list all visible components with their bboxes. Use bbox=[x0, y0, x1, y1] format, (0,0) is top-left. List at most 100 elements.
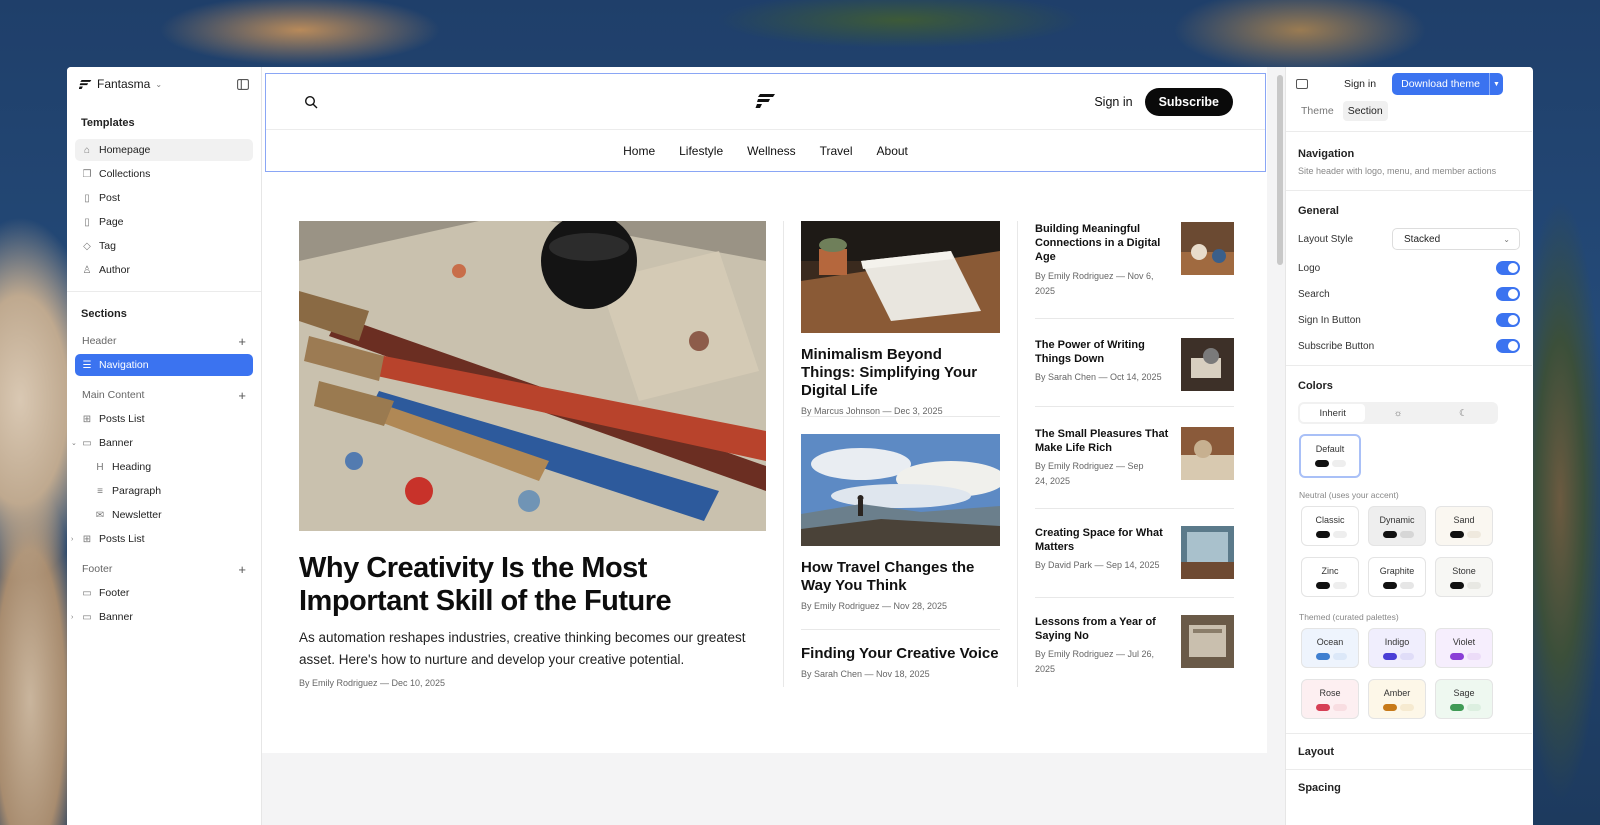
chevron-right-icon[interactable]: › bbox=[71, 536, 73, 543]
heading-icon: H bbox=[96, 461, 104, 473]
layout-style-select[interactable]: Stacked ⌄ bbox=[1392, 228, 1520, 250]
templates-heading: Templates bbox=[81, 117, 135, 129]
side-post-title: The Small Pleasures That Make Life Rich bbox=[1035, 428, 1169, 454]
add-section-icon[interactable]: + bbox=[238, 388, 246, 403]
chevron-down-icon[interactable]: ▼ bbox=[1488, 73, 1503, 95]
swatch-default[interactable]: Default bbox=[1299, 434, 1361, 478]
banner-icon: ▭ bbox=[82, 611, 92, 623]
sidebar-item-collections[interactable]: ❐ Collections bbox=[75, 163, 253, 185]
user-icon: ♙ bbox=[82, 264, 92, 276]
nav-lifestyle[interactable]: Lifestyle bbox=[679, 144, 723, 158]
panel-signin-button[interactable]: Sign in bbox=[1344, 78, 1376, 90]
row-divider bbox=[801, 629, 1000, 630]
banner-icon: ▭ bbox=[82, 587, 92, 599]
sidebar-item-page[interactable]: ▯ Page bbox=[75, 211, 253, 233]
sidebar-toggle-icon[interactable] bbox=[237, 78, 249, 90]
hero-title[interactable]: Why Creativity Is the Most Important Ski… bbox=[299, 552, 769, 618]
spacing-section[interactable]: Spacing bbox=[1286, 769, 1532, 805]
search-toggle[interactable] bbox=[1496, 287, 1520, 301]
layout-section[interactable]: Layout bbox=[1286, 733, 1532, 769]
nav-about[interactable]: About bbox=[877, 144, 908, 158]
side-post-meta: By Sarah Chen — Oct 14, 2025 bbox=[1035, 372, 1162, 382]
sidebar-item-footer[interactable]: ▭ Footer bbox=[75, 582, 253, 604]
colors-settings: Colors Inherit ☼ ☾ Default Neutral (uses… bbox=[1286, 365, 1532, 733]
nav-travel[interactable]: Travel bbox=[820, 144, 853, 158]
sidebar-item-posts-list[interactable]: ⊞ Posts List bbox=[75, 408, 253, 430]
inherit-option[interactable]: Inherit bbox=[1300, 404, 1366, 422]
add-section-icon[interactable]: + bbox=[238, 562, 246, 577]
section-title: Navigation bbox=[1298, 148, 1355, 160]
subscribe-toggle[interactable] bbox=[1496, 339, 1520, 353]
search-icon[interactable] bbox=[304, 95, 318, 109]
tab-theme[interactable]: Theme bbox=[1296, 101, 1339, 121]
sidebar-item-homepage[interactable]: ⌂ Homepage bbox=[75, 139, 253, 161]
swatch-stone[interactable]: Stone bbox=[1435, 557, 1493, 597]
chevron-down-icon: ⌄ bbox=[155, 79, 163, 89]
side-post[interactable]: Lessons from a Year of Saying No By Emil… bbox=[1035, 615, 1234, 675]
chevron-down-icon[interactable]: ⌄ bbox=[71, 439, 77, 447]
side-post[interactable]: Creating Space for What Matters By David… bbox=[1035, 526, 1234, 586]
theme-editor-window: Fantasma ⌄ Templates ⌂ Homepage ❐ Collecti… bbox=[67, 67, 1533, 825]
sidebar-item-newsletter[interactable]: ✉ Newsletter bbox=[75, 504, 253, 526]
hero-illustration bbox=[299, 221, 766, 531]
left-sidebar: Fantasma ⌄ Templates ⌂ Homepage ❐ Collecti… bbox=[67, 67, 262, 825]
post-card[interactable]: How Travel Changes the Way You Think By … bbox=[801, 434, 1000, 611]
panel-toolbar: Sign in Download theme ▼ bbox=[1286, 67, 1532, 101]
themed-label: Themed (curated palettes) bbox=[1299, 612, 1399, 622]
swatch-rose[interactable]: Rose bbox=[1301, 679, 1359, 719]
sidebar-item-heading[interactable]: H Heading bbox=[75, 456, 253, 478]
site-logo-icon[interactable] bbox=[755, 93, 775, 109]
side-post[interactable]: The Power of Writing Things Down By Sara… bbox=[1035, 338, 1234, 398]
post-title: Minimalism Beyond Things: Simplifying Yo… bbox=[801, 346, 978, 399]
tab-section[interactable]: Section bbox=[1342, 101, 1388, 121]
subscribe-button[interactable]: Subscribe bbox=[1144, 87, 1233, 116]
brand-switcher[interactable]: Fantasma ⌄ bbox=[79, 77, 162, 91]
site-header-selected[interactable]: Sign in Subscribe Home Lifestyle Wellnes… bbox=[265, 73, 1266, 172]
paragraph-icon: ≡ bbox=[97, 485, 103, 497]
signin-toggle[interactable] bbox=[1496, 313, 1520, 327]
logo-toggle[interactable] bbox=[1496, 261, 1520, 275]
column-divider bbox=[783, 221, 784, 687]
canvas-scrollbar[interactable] bbox=[1277, 75, 1283, 265]
side-post-meta: By David Park — Sep 14, 2025 bbox=[1035, 560, 1160, 570]
post-card[interactable]: Minimalism Beyond Things: Simplifying Yo… bbox=[801, 221, 1000, 416]
swatch-zinc[interactable]: Zinc bbox=[1301, 557, 1359, 597]
swatch-graphite[interactable]: Graphite bbox=[1368, 557, 1426, 597]
sidebar-item-navigation[interactable]: ☰ Navigation bbox=[75, 354, 253, 376]
sidebar-item-tag[interactable]: ◇ Tag bbox=[75, 235, 253, 257]
nav-home[interactable]: Home bbox=[623, 144, 655, 158]
sidebar-item-posts-list-2[interactable]: › ⊞ Posts List bbox=[71, 528, 253, 550]
download-theme-button[interactable]: Download theme ▼ bbox=[1392, 73, 1503, 95]
nav-wellness[interactable]: Wellness bbox=[747, 144, 795, 158]
row-divider bbox=[801, 416, 1000, 417]
side-post-meta: By Emily Rodriguez — Sep 24, 2025 bbox=[1035, 461, 1144, 486]
swatch-classic[interactable]: Classic bbox=[1301, 506, 1359, 546]
swatch-dynamic[interactable]: Dynamic bbox=[1368, 506, 1426, 546]
swatch-indigo[interactable]: Indigo bbox=[1368, 628, 1426, 668]
sidebar-item-paragraph[interactable]: ≡ Paragraph bbox=[75, 480, 253, 502]
hero-image[interactable] bbox=[299, 221, 766, 531]
general-heading: General bbox=[1298, 205, 1339, 217]
post-title: How Travel Changes the Way You Think bbox=[801, 559, 975, 594]
signin-link[interactable]: Sign in bbox=[1094, 95, 1132, 109]
swatch-sand[interactable]: Sand bbox=[1435, 506, 1493, 546]
group-footer: Footer + bbox=[82, 561, 246, 577]
dark-icon[interactable]: ☾ bbox=[1431, 404, 1496, 422]
chevron-right-icon[interactable]: › bbox=[71, 614, 73, 621]
light-icon[interactable]: ☼ bbox=[1365, 404, 1430, 422]
sidebar-item-banner-2[interactable]: › ▭ Banner bbox=[71, 606, 253, 628]
post-card[interactable]: Finding Your Creative Voice By Sarah Che… bbox=[801, 632, 1000, 679]
side-post[interactable]: The Small Pleasures That Make Life Rich … bbox=[1035, 427, 1234, 487]
sidebar-item-banner[interactable]: ⌄ ▭ Banner bbox=[71, 432, 253, 454]
swatch-sage[interactable]: Sage bbox=[1435, 679, 1493, 719]
sidebar-item-author[interactable]: ♙ Author bbox=[75, 259, 253, 281]
sidebar-item-post[interactable]: ▯ Post bbox=[75, 187, 253, 209]
row-divider bbox=[1035, 508, 1234, 509]
swatch-ocean[interactable]: Ocean bbox=[1301, 628, 1359, 668]
desktop-preview-icon[interactable] bbox=[1296, 79, 1308, 89]
add-section-icon[interactable]: + bbox=[238, 334, 246, 349]
swatch-amber[interactable]: Amber bbox=[1368, 679, 1426, 719]
swatch-violet[interactable]: Violet bbox=[1435, 628, 1493, 668]
side-post[interactable]: Building Meaningful Connections in a Dig… bbox=[1035, 222, 1234, 296]
sidebar-top: Fantasma ⌄ bbox=[67, 67, 261, 101]
